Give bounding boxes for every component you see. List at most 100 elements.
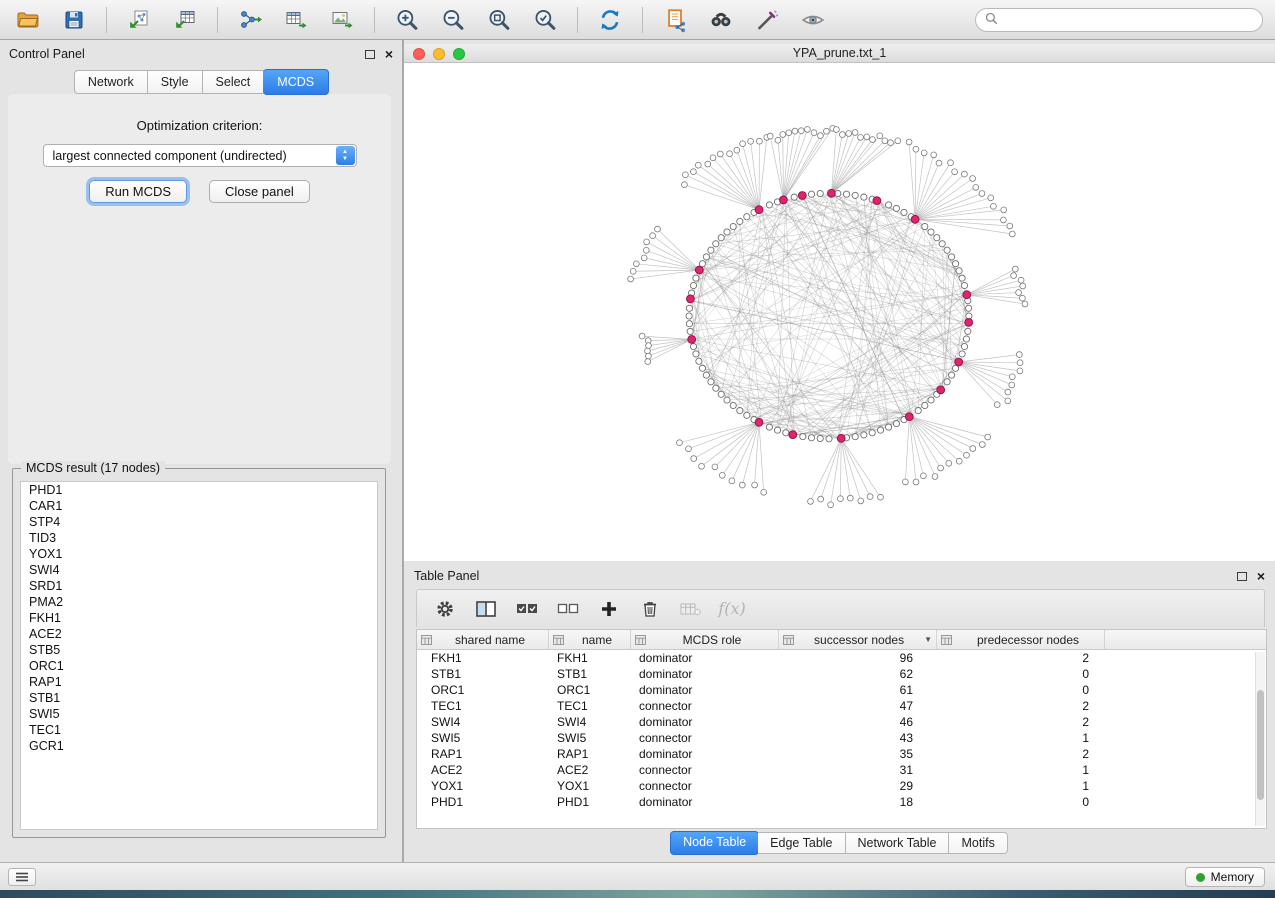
tab-network-table[interactable]: Network Table [846, 832, 950, 854]
mcds-result-item[interactable]: TEC1 [21, 722, 377, 738]
table-cell: 61 [779, 683, 937, 697]
mcds-result-item[interactable]: ORC1 [21, 658, 377, 674]
application-window: Control Panel × NetworkStyleSelectMCDS O… [0, 0, 1275, 898]
search-binoculars-icon[interactable] [703, 4, 739, 36]
optimization-criterion-dropdown[interactable]: largest connected component (undirected)… [43, 144, 357, 167]
show-columns-icon[interactable] [474, 597, 498, 621]
table-cell: dominator [631, 667, 779, 681]
table-panel: Table Panel × [404, 565, 1275, 862]
table-cell: 18 [779, 795, 937, 809]
table-cell: YOX1 [417, 779, 549, 793]
close-table-panel-icon[interactable]: × [1257, 571, 1265, 581]
tab-network[interactable]: Network [74, 70, 148, 94]
mcds-result-item[interactable]: PMA2 [21, 594, 377, 610]
deselect-all-icon[interactable] [556, 597, 580, 621]
toolbar-separator [217, 7, 218, 33]
table-cell: PHD1 [417, 795, 549, 809]
tab-select[interactable]: Select [203, 70, 265, 94]
column-header-name[interactable]: name [549, 630, 631, 649]
zoom-in-icon[interactable] [389, 4, 425, 36]
export-table-icon[interactable] [278, 4, 314, 36]
mcds-result-item[interactable]: STP4 [21, 514, 377, 530]
select-all-icon[interactable] [515, 597, 539, 621]
table-scrollbar[interactable] [1255, 652, 1265, 826]
mcds-result-item[interactable]: SWI5 [21, 706, 377, 722]
network-canvas[interactable] [404, 63, 1275, 561]
close-panel-button[interactable]: Close panel [209, 180, 310, 203]
column-header-shared-name[interactable]: shared name [417, 630, 549, 649]
mcds-result-list[interactable]: PHD1CAR1STP4TID3YOX1SWI4SRD1PMA2FKH1ACE2… [20, 481, 378, 830]
export-network-icon[interactable] [232, 4, 268, 36]
status-bar: Memory [0, 862, 1275, 890]
table-row[interactable]: STB1STB1dominator620 [417, 666, 1266, 682]
import-network-file-icon[interactable] [121, 4, 157, 36]
delete-trash-icon[interactable] [638, 597, 662, 621]
mcds-result-item[interactable]: STB5 [21, 642, 377, 658]
status-menu-button[interactable] [8, 868, 36, 886]
tab-motifs[interactable]: Motifs [949, 832, 1007, 854]
mcds-result-item[interactable]: RAP1 [21, 674, 377, 690]
add-row-plus-icon[interactable] [597, 597, 621, 621]
table-body: FKH1FKH1dominator962STB1STB1dominator620… [417, 650, 1266, 810]
table-row[interactable]: FKH1FKH1dominator962 [417, 650, 1266, 666]
mcds-result-item[interactable]: PHD1 [21, 482, 377, 498]
open-session-icon[interactable] [10, 4, 46, 36]
table-row[interactable]: SWI5SWI5connector431 [417, 730, 1266, 746]
mcds-result-item[interactable]: SWI4 [21, 562, 377, 578]
table-cell: 43 [779, 731, 937, 745]
search-input[interactable] [1004, 13, 1253, 27]
table-cell: connector [631, 779, 779, 793]
close-panel-icon[interactable]: × [385, 49, 393, 59]
zoom-fit-icon[interactable] [481, 4, 517, 36]
network-canvas-container [404, 63, 1275, 561]
tab-mcds[interactable]: MCDS [263, 69, 329, 95]
float-panel-icon[interactable] [365, 50, 375, 59]
mcds-result-item[interactable]: SRD1 [21, 578, 377, 594]
mcds-result-item[interactable]: CAR1 [21, 498, 377, 514]
table-cell: 29 [779, 779, 937, 793]
search-box[interactable] [975, 8, 1263, 32]
table-scrollbar-thumb[interactable] [1257, 690, 1264, 800]
toolbar-separator [577, 7, 578, 33]
table-row[interactable]: TEC1TEC1connector472 [417, 698, 1266, 714]
table-row[interactable]: ORC1ORC1dominator610 [417, 682, 1266, 698]
table-cell: 62 [779, 667, 937, 681]
toolbar-separator [642, 7, 643, 33]
zoom-selected-icon[interactable] [527, 4, 563, 36]
table-cell: 2 [937, 651, 1105, 665]
float-table-panel-icon[interactable] [1237, 572, 1247, 581]
save-session-icon[interactable] [56, 4, 92, 36]
column-header-predecessor-nodes[interactable]: predecessor nodes [937, 630, 1105, 649]
table-cell: YOX1 [549, 779, 631, 793]
mcds-tab-content: Optimization criterion: largest connecte… [8, 94, 391, 464]
export-image-icon[interactable] [324, 4, 360, 36]
tab-style[interactable]: Style [148, 70, 203, 94]
tab-node-table[interactable]: Node Table [670, 831, 759, 855]
memory-button[interactable]: Memory [1185, 867, 1265, 887]
table-cell: ORC1 [417, 683, 549, 697]
clone-network-icon[interactable] [657, 4, 693, 36]
mcds-result-item[interactable]: ACE2 [21, 626, 377, 642]
table-settings-gear-icon[interactable] [433, 597, 457, 621]
column-header-mcds-role[interactable]: MCDS role [631, 630, 779, 649]
zoom-out-icon[interactable] [435, 4, 471, 36]
table-row[interactable]: PHD1PHD1dominator180 [417, 794, 1266, 810]
mcds-result-item[interactable]: STB1 [21, 690, 377, 706]
column-header-successor-nodes[interactable]: successor nodes▼ [779, 630, 937, 649]
refresh-network-view-icon[interactable] [592, 4, 628, 36]
wand-style-icon[interactable] [749, 4, 785, 36]
table-row[interactable]: SWI4SWI4dominator462 [417, 714, 1266, 730]
table-cell: STB1 [549, 667, 631, 681]
import-table-file-icon[interactable] [167, 4, 203, 36]
mcds-result-item[interactable]: YOX1 [21, 546, 377, 562]
mcds-result-item[interactable]: TID3 [21, 530, 377, 546]
table-row[interactable]: YOX1YOX1connector291 [417, 778, 1266, 794]
network-window-titlebar[interactable]: YPA_prune.txt_1 [404, 44, 1275, 63]
mcds-result-item[interactable]: GCR1 [21, 738, 377, 754]
run-mcds-button[interactable]: Run MCDS [89, 180, 187, 203]
table-row[interactable]: ACE2ACE2connector311 [417, 762, 1266, 778]
tab-edge-table[interactable]: Edge Table [758, 832, 845, 854]
mcds-result-item[interactable]: FKH1 [21, 610, 377, 626]
show-graphics-details-eye-icon[interactable] [795, 4, 831, 36]
table-row[interactable]: RAP1RAP1dominator352 [417, 746, 1266, 762]
